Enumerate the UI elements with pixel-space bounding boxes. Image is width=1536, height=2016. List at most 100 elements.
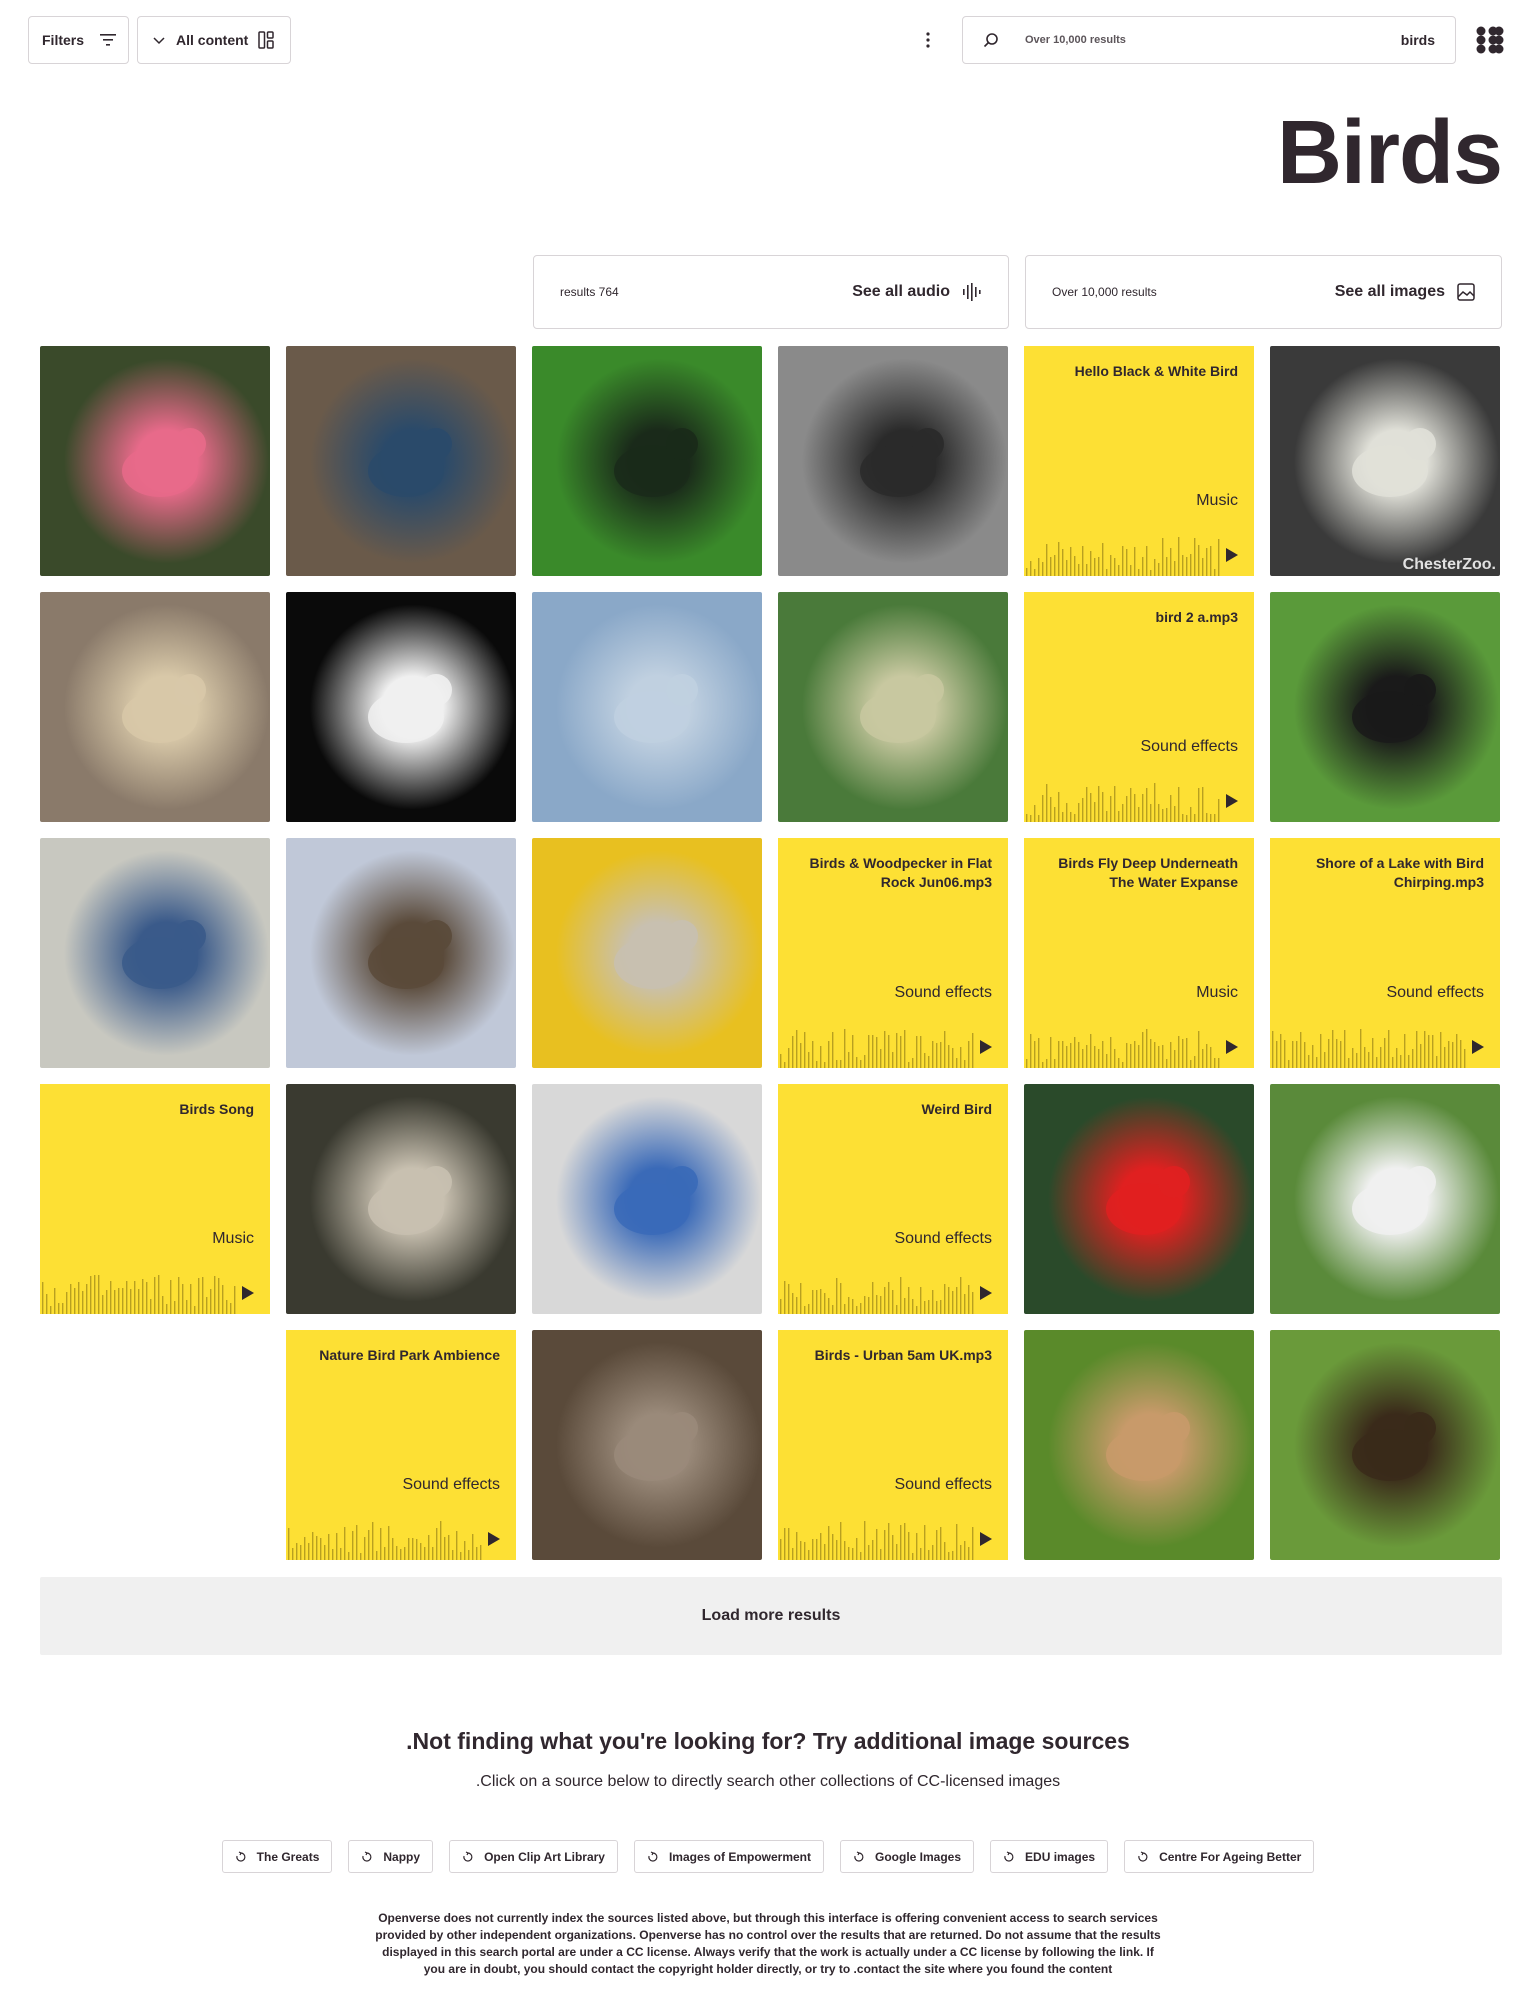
audio-waveform-icon	[963, 283, 981, 301]
bird-photo-icon	[122, 920, 206, 989]
play-icon[interactable]	[1226, 548, 1238, 562]
search-icon[interactable]	[967, 16, 1015, 64]
image-result[interactable]	[1024, 1084, 1254, 1314]
image-result[interactable]	[532, 838, 762, 1068]
bird-photo-icon	[614, 674, 698, 743]
image-result[interactable]	[1270, 592, 1500, 822]
search-input[interactable]: birds	[1401, 32, 1435, 48]
play-icon[interactable]	[1226, 794, 1238, 808]
play-icon[interactable]	[1226, 1040, 1238, 1054]
audio-category: Sound effects	[1386, 984, 1484, 1001]
see-all-audio-link[interactable]: results 764 See all audio	[533, 255, 1009, 329]
audio-result[interactable]: Shore of a Lake with Bird Chirping.mp3 So…	[1270, 838, 1500, 1068]
image-result[interactable]	[286, 1084, 516, 1314]
play-icon[interactable]	[488, 1532, 500, 1546]
filters-button[interactable]: Filters	[28, 16, 129, 64]
audio-category: Music	[1196, 492, 1238, 509]
external-source-label: Images of Empowerment	[668, 1849, 811, 1864]
audio-result[interactable]: bird 2 a.mp3 Sound effects	[1024, 592, 1254, 822]
external-source-button[interactable]: Google Images	[840, 1840, 975, 1873]
play-icon[interactable]	[242, 1286, 254, 1300]
audio-category: Sound effects	[894, 1476, 992, 1493]
audio-result[interactable]: Nature Bird Park Ambience Sound effects	[286, 1330, 516, 1560]
image-result[interactable]	[1024, 1330, 1254, 1560]
external-link-icon	[1004, 1850, 1014, 1862]
bird-photo-icon	[860, 674, 944, 743]
openverse-logo-icon[interactable]	[1476, 26, 1504, 54]
image-result[interactable]	[532, 1084, 762, 1314]
image-result[interactable]	[532, 346, 762, 576]
audio-result[interactable]: Birds Song Music	[40, 1084, 270, 1314]
filters-label: Filters	[42, 32, 85, 48]
play-icon[interactable]	[1472, 1040, 1484, 1054]
external-link-icon	[362, 1850, 372, 1862]
content-type-button[interactable]: All content	[137, 16, 291, 64]
audio-title: bird 2 a.mp3	[1155, 609, 1238, 625]
audio-result[interactable]: Birds & Woodpecker in Flat Rock Jun06.mp…	[778, 838, 1008, 1068]
audio-title: Birds Fly Deep Underneath The Water Expa…	[1058, 855, 1238, 890]
audio-result[interactable]: Birds Fly Deep Underneath The Water Expa…	[1024, 838, 1254, 1068]
image-result[interactable]: ChesterZoo.	[1270, 346, 1500, 576]
external-source-label: EDU images	[1025, 1849, 1096, 1864]
search-bar[interactable]: Over 10,000 results birds	[962, 16, 1456, 64]
bird-photo-icon	[614, 428, 698, 497]
external-link-icon	[854, 1850, 864, 1862]
bird-photo-icon	[122, 428, 206, 497]
waveform-icon	[1026, 783, 1220, 822]
play-icon[interactable]	[980, 1040, 992, 1054]
audio-result[interactable]: Weird Bird Sound effects	[778, 1084, 1008, 1314]
waveform-icon	[288, 1521, 482, 1560]
audio-category: Sound effects	[1140, 738, 1238, 755]
external-source-button[interactable]: The Greats	[221, 1840, 333, 1873]
waveform-icon	[780, 1521, 974, 1560]
external-source-label: Open Clip Art Library	[484, 1849, 605, 1864]
image-result[interactable]	[286, 838, 516, 1068]
external-source-button[interactable]: Images of Empowerment	[633, 1840, 824, 1873]
external-source-button[interactable]: Nappy	[348, 1840, 434, 1873]
bird-photo-icon	[368, 428, 452, 497]
image-result[interactable]	[1270, 1330, 1500, 1560]
image-result[interactable]	[778, 592, 1008, 822]
bird-photo-icon	[1352, 1166, 1436, 1235]
see-all-images-link[interactable]: Over 10,000 results See all images	[1025, 255, 1502, 329]
play-icon[interactable]	[980, 1286, 992, 1300]
audio-category: Music	[212, 1230, 254, 1247]
bird-photo-icon	[1352, 1412, 1436, 1481]
external-sources-list: The Greats Nappy Open Clip Art Library Imag…	[0, 1840, 1536, 1873]
image-result[interactable]	[40, 592, 270, 822]
image-result[interactable]	[286, 592, 516, 822]
external-source-button[interactable]: Centre For Ageing Better	[1124, 1840, 1315, 1873]
audio-title: Nature Bird Park Ambience	[319, 1347, 500, 1363]
all-content-icon	[258, 31, 275, 49]
load-more-button[interactable]: Load more results	[40, 1577, 1502, 1655]
audio-result[interactable]: Birds - Urban 5am UK.mp3 Sound effects	[778, 1330, 1008, 1560]
bird-photo-icon	[368, 920, 452, 989]
content-type-label: All content	[176, 32, 249, 48]
image-watermark: ChesterZoo.	[1402, 556, 1496, 573]
external-link-icon	[235, 1850, 246, 1862]
bird-photo-icon	[1106, 1412, 1190, 1481]
see-all-images-label: See all images	[1334, 283, 1445, 300]
bird-photo-icon	[614, 1412, 698, 1481]
external-link-icon	[648, 1850, 658, 1862]
image-result[interactable]	[1270, 1084, 1500, 1314]
image-result[interactable]	[40, 838, 270, 1068]
bird-photo-icon	[1352, 674, 1436, 743]
external-sources-title: .Not finding what you're looking for? Tr…	[406, 1728, 1130, 1754]
play-icon[interactable]	[980, 1532, 992, 1546]
external-source-button[interactable]: Open Clip Art Library	[449, 1840, 618, 1873]
image-result[interactable]	[532, 592, 762, 822]
image-result[interactable]	[40, 346, 270, 576]
page-title: Birds	[1276, 103, 1503, 203]
image-result-count: Over 10,000 results	[1052, 285, 1157, 299]
more-options-icon[interactable]	[918, 26, 938, 54]
see-all-audio-label: See all audio	[852, 283, 950, 300]
audio-title: Hello Black & White Bird	[1074, 363, 1238, 379]
external-source-label: Google Images	[875, 1849, 962, 1864]
image-result[interactable]	[532, 1330, 762, 1560]
audio-result[interactable]: Hello Black & White Bird Music	[1024, 346, 1254, 576]
external-source-button[interactable]: EDU images	[990, 1840, 1109, 1873]
image-result[interactable]	[286, 346, 516, 576]
bird-photo-icon	[1352, 428, 1436, 497]
image-result[interactable]	[778, 346, 1008, 576]
